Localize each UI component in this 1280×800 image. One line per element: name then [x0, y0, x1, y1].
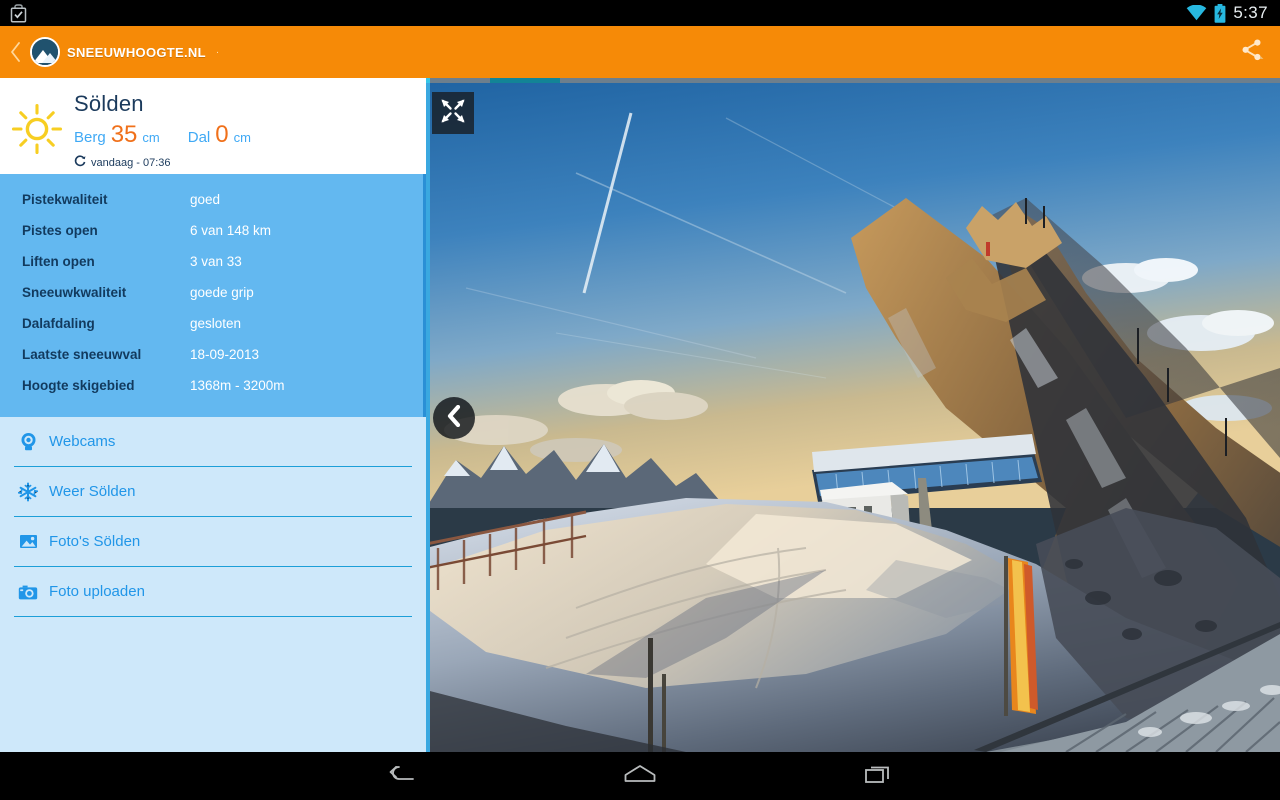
table-row: Laatste sneeuwval 18-09-2013	[0, 339, 423, 370]
snow-depth-dal: Dal 0 cm	[188, 121, 251, 149]
menu-item-weer[interactable]: Weer Sölden	[14, 467, 412, 517]
menu-item-label: Foto uploaden	[49, 583, 145, 600]
progress-edge	[426, 78, 430, 83]
menu-item-label: Weer Sölden	[49, 483, 136, 500]
previous-webcam-button[interactable]	[433, 397, 475, 439]
dal-unit: cm	[233, 130, 251, 146]
berg-unit: cm	[142, 130, 160, 146]
menu-item-webcams[interactable]: Webcams	[14, 417, 412, 467]
camera-icon	[18, 582, 38, 602]
berg-label: Berg	[74, 129, 106, 147]
row-value: goed	[190, 192, 221, 207]
snow-depth-line: Berg 35 cm Dal 0 cm	[74, 121, 251, 149]
share-button[interactable]	[1224, 26, 1280, 78]
loading-progress-bar	[426, 78, 1280, 83]
webcam-viewer[interactable]	[426, 78, 1280, 752]
status-bar-clock: 5:37	[1233, 3, 1268, 22]
nav-home-button[interactable]	[609, 752, 671, 800]
dal-value: 0	[215, 121, 229, 149]
menu-item-label: Webcams	[49, 433, 116, 450]
resort-menu-list: Webcams Weer Sölden Foto's Sölden Foto u…	[0, 417, 426, 617]
menu-item-label: Foto's Sölden	[49, 533, 141, 550]
snow-depth-berg: Berg 35 cm	[74, 121, 160, 149]
weather-icon-cell	[0, 86, 74, 161]
row-value: goede grip	[190, 285, 254, 300]
device-screen: 5:37 SNEEUWHOOGTE.NL · Sölden Berg 35 cm…	[0, 0, 1280, 800]
last-updated-text: vandaag - 07:36	[91, 156, 171, 169]
table-row: Dalafdaling gesloten	[0, 308, 423, 339]
row-value: 3 van 33	[190, 254, 242, 269]
webcam-photo	[426, 78, 1280, 752]
status-bar-notifications	[0, 3, 27, 23]
row-value: 18-09-2013	[190, 347, 260, 362]
android-back-icon	[387, 763, 417, 790]
progress-indicator	[490, 78, 560, 83]
menu-item-foto-uploaden[interactable]: Foto uploaden	[14, 567, 412, 617]
refresh-icon	[74, 155, 86, 170]
berg-value: 35	[110, 121, 138, 149]
last-updated[interactable]: vandaag - 07:36	[74, 155, 251, 170]
mountain-logo-icon	[30, 37, 60, 67]
resort-details-table: Pistekwaliteit goed Pistes open 6 van 14…	[0, 174, 426, 417]
table-row: Pistes open 6 van 148 km	[0, 215, 423, 246]
android-recents-icon	[863, 763, 893, 790]
app-bar: SNEEUWHOOGTE.NL ·	[0, 26, 1280, 78]
webcam-icon	[18, 432, 38, 452]
row-label: Laatste sneeuwval	[22, 347, 142, 362]
share-icon	[1239, 37, 1265, 68]
wifi-icon	[1186, 5, 1207, 21]
viewer-left-accent-bar	[426, 78, 430, 752]
resort-summary-header: Sölden Berg 35 cm Dal 0 cm vandaag - 07:…	[0, 78, 426, 174]
table-row: Liften open 3 van 33	[0, 246, 423, 277]
chevron-left-icon	[444, 404, 464, 432]
row-value: 6 van 148 km	[190, 223, 272, 238]
row-label: Pistekwaliteit	[22, 192, 108, 207]
table-row: Hoogte skigebied 1368m - 3200m	[0, 370, 423, 401]
table-row: Sneeuwkwaliteit goede grip	[0, 277, 423, 308]
row-label: Pistes open	[22, 223, 98, 238]
resort-detail-panel: Sölden Berg 35 cm Dal 0 cm vandaag - 07:…	[0, 78, 426, 752]
app-logo-dot: ·	[215, 46, 220, 58]
row-label: Sneeuwkwaliteit	[22, 285, 127, 300]
app-logo-text: SNEEUWHOOGTE.NL	[67, 44, 206, 60]
snowflake-icon	[18, 482, 38, 502]
app-logo[interactable]: SNEEUWHOOGTE.NL ·	[26, 37, 219, 67]
resort-info: Sölden Berg 35 cm Dal 0 cm vandaag - 07:…	[74, 86, 251, 170]
android-home-icon	[623, 763, 657, 790]
photo-icon	[18, 532, 38, 552]
android-status-bar: 5:37	[0, 0, 1280, 26]
nav-back-button[interactable]	[371, 752, 433, 800]
collapse-fullscreen-icon	[440, 98, 466, 129]
battery-charging-icon	[1214, 3, 1226, 23]
resort-name: Sölden	[74, 91, 144, 116]
android-navigation-bar	[0, 752, 1280, 800]
dal-label: Dal	[187, 129, 211, 147]
row-value: 1368m - 3200m	[190, 378, 285, 393]
status-bar-system-icons: 5:37	[1186, 3, 1280, 23]
table-row: Pistekwaliteit goed	[0, 184, 423, 215]
checkin-bag-icon	[10, 3, 27, 23]
menu-item-fotos[interactable]: Foto's Sölden	[14, 517, 412, 567]
row-value: gesloten	[190, 316, 242, 331]
sun-icon	[10, 102, 64, 161]
collapse-fullscreen-button[interactable]	[432, 92, 474, 134]
row-label: Hoogte skigebied	[22, 378, 135, 393]
row-label: Liften open	[22, 254, 95, 269]
nav-recents-button[interactable]	[847, 752, 909, 800]
row-label: Dalafdaling	[22, 316, 95, 331]
app-bar-back-button[interactable]	[0, 26, 26, 78]
